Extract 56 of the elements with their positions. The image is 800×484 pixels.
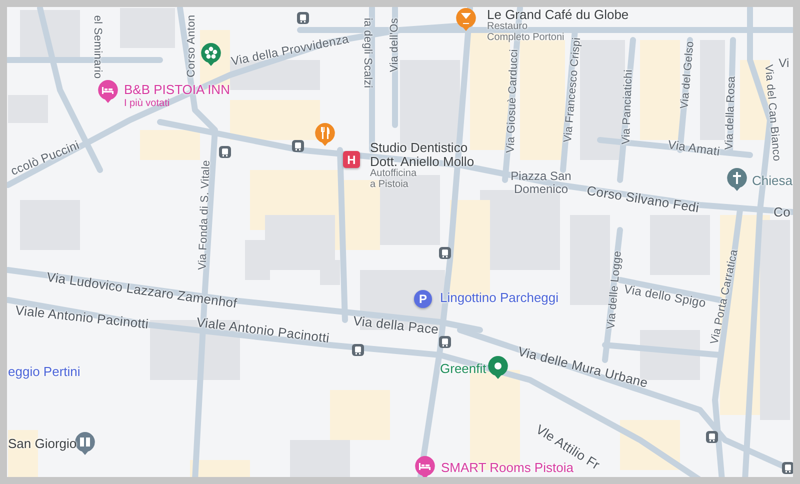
street-name: Corso Anton <box>186 14 198 78</box>
place-name: Lingottino Parcheggi <box>440 291 559 306</box>
bus-stop-icon <box>439 247 451 259</box>
place-name: Studio Dentistico Dott. Aniello Mollo <box>370 141 474 170</box>
building <box>290 440 350 477</box>
street-name: Via delle Mura Urbane <box>516 344 650 390</box>
place-subtitle: I più votati <box>124 98 170 109</box>
street-name: Via del Gelso <box>680 40 696 110</box>
street-name: el Seminario <box>92 15 102 79</box>
flower-pin-icon[interactable] <box>201 43 221 66</box>
bus-stop-icon <box>292 140 304 152</box>
street-name: Co <box>773 206 791 218</box>
street-name: Via Panciatichi <box>621 69 635 145</box>
street-name: Via Amati <box>667 138 721 158</box>
dot-pin-icon[interactable] <box>488 356 508 379</box>
bus-stop-icon <box>352 344 364 356</box>
place-name: eggio Pertini <box>8 365 80 380</box>
street-name: Via Porta Carratica <box>710 248 740 346</box>
street-name: ia degli Scalzi <box>362 18 372 88</box>
street-name: Via Fonda di S. Vitale <box>198 160 212 270</box>
street-name: Via Giosuè Carducci <box>506 48 520 154</box>
street-name: Via dell'Os <box>390 18 400 72</box>
place-name: Piazza San Domenico <box>510 170 572 196</box>
place-name: Restauro Completo Portoni <box>487 21 564 43</box>
street-name: Via delle Logge <box>606 250 624 330</box>
street-name: Via della Provvidenza <box>230 32 350 68</box>
bed-pin-icon[interactable] <box>98 80 118 103</box>
building <box>380 175 440 245</box>
place-name: B&B PISTOIA INN <box>124 83 230 98</box>
bus-stop-icon <box>219 146 231 158</box>
place-name: Chiesa <box>752 174 792 188</box>
street-name: Viale Antonio Pacinotti <box>196 315 330 345</box>
fork-knife-pin-icon[interactable] <box>315 123 335 146</box>
place-name: Le Grand Café du Globe <box>487 8 629 22</box>
place-name: Greenfit <box>440 362 486 376</box>
bed-pin-icon[interactable] <box>415 456 435 477</box>
street-name: Via della Pace <box>352 314 440 336</box>
place-name: San Giorgio <box>8 437 77 452</box>
bus-stop-icon <box>297 12 309 24</box>
street-name: Via Francesco Crispi <box>562 37 584 143</box>
street-name: Via della Rosa <box>724 76 738 150</box>
place-name: SMART Rooms Pistoia <box>441 461 574 476</box>
place-name: Autofficina a Pistoia <box>370 168 417 190</box>
building <box>8 95 48 123</box>
bus-stop-icon <box>439 336 451 348</box>
bus-stop-icon <box>706 431 718 443</box>
book-pin-icon[interactable] <box>75 432 95 455</box>
building <box>190 460 250 477</box>
cocktail-glass-pin-icon[interactable] <box>456 8 476 31</box>
street-name: Via dello Spigo <box>623 282 707 310</box>
cross-pin-icon[interactable] <box>727 168 747 191</box>
building <box>140 130 200 160</box>
building <box>120 8 175 48</box>
building <box>330 390 390 440</box>
street-name: Corso Silvano Fedi <box>586 184 700 214</box>
hospital-sign[interactable]: H <box>343 151 360 168</box>
